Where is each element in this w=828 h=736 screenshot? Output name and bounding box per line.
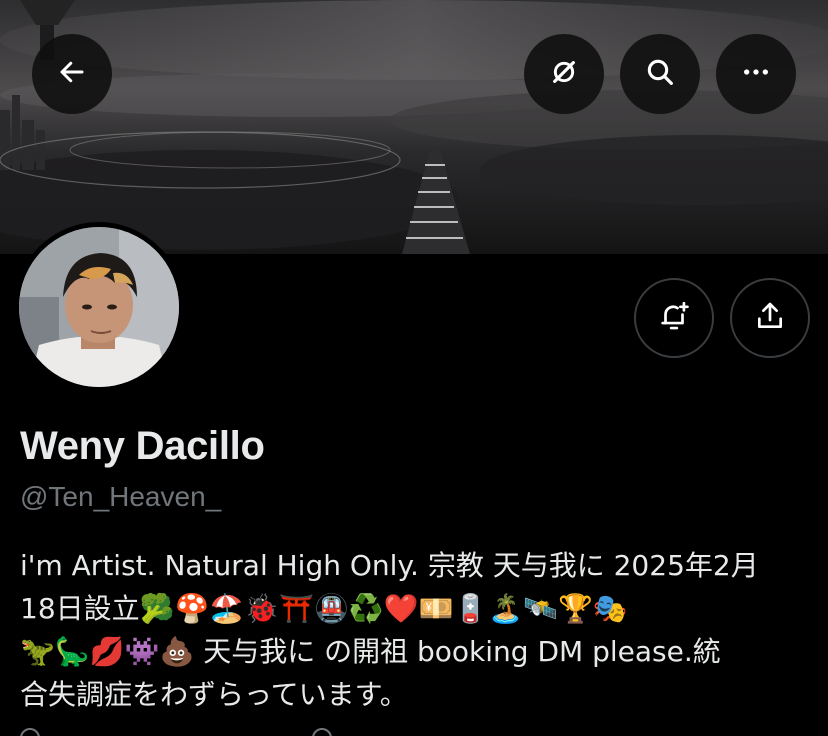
more-horizontal-icon [740, 56, 772, 93]
profile-handle: @Ten_Heaven_ [20, 481, 222, 512]
avatar-frame[interactable] [14, 222, 184, 392]
profile-name: Weny Dacillo [20, 424, 265, 468]
bio-line: i'm Artist. Natural High Only. 宗教 天与我に 2… [20, 549, 759, 582]
banner-image [0, 0, 828, 254]
eye-slash-icon [548, 56, 580, 93]
share-icon [754, 300, 786, 337]
arrow-left-icon [57, 57, 87, 92]
hide-button[interactable] [524, 34, 604, 114]
search-button[interactable] [620, 34, 700, 114]
profile-bio: i'm Artist. Natural High Only. 宗教 天与我に 2… [20, 544, 810, 716]
profile-banner[interactable] [0, 0, 828, 254]
bio-line: 合失調症をわずらっています。 [20, 678, 408, 711]
more-button[interactable] [716, 34, 796, 114]
bio-line: 18日設立🥦🍄🏖️🐞⛩️🚇♻️❤️💴🪫🏝️🛰️🏆🎭 [20, 592, 628, 625]
bell-plus-icon [657, 299, 691, 338]
search-icon [644, 56, 676, 93]
notify-button[interactable] [634, 278, 714, 358]
back-button[interactable] [32, 34, 112, 114]
bio-line: 🦖🦕💋👾💩 天与我に の開祖 booking DM please.統 [20, 635, 721, 668]
share-button[interactable] [730, 278, 810, 358]
link-icon [312, 728, 332, 736]
avatar [19, 227, 179, 387]
location-icon [20, 728, 40, 736]
